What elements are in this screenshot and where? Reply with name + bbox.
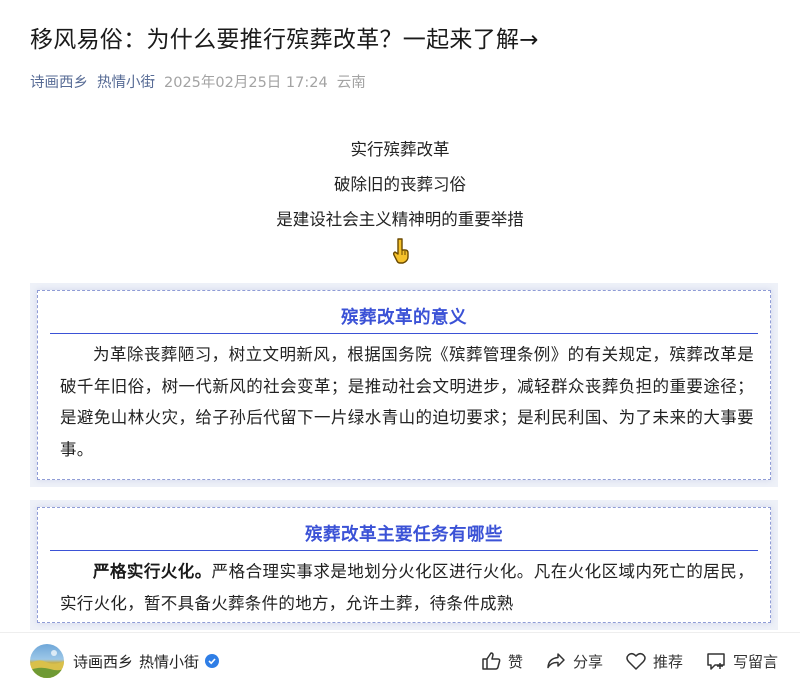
section-lead: 严格实行火化。 — [93, 562, 212, 581]
section-box: 殡葬改革的意义 为革除丧葬陋习，树立文明新风，根据国务院《殡葬管理条例》的有关规… — [37, 290, 771, 480]
intro-line: 实行殡葬改革 — [350, 140, 450, 159]
section-main-tasks: 殡葬改革主要任务有哪些 严格实行火化。严格合理实事求是地划分火化区进行火化。凡在… — [30, 500, 778, 630]
recommend-label: 推荐 — [652, 652, 683, 671]
verified-icon — [205, 654, 220, 668]
section-heading: 殡葬改革的意义 — [50, 291, 758, 334]
article-meta: 诗画西乡 热情小街 2025年02月25日 17:24 云南 — [30, 70, 366, 92]
bottom-bar: 诗画西乡 热情小街 赞 分享 推荐 写留言 — [0, 632, 800, 689]
intro-line: 破除旧的丧葬习俗 — [334, 175, 466, 194]
publish-location: 云南 — [336, 74, 366, 91]
section-body: 为革除丧葬陋习，树立文明新风，根据国务院《殡葬管理条例》的有关规定，殡葬改革是破… — [60, 345, 754, 459]
comment-button[interactable]: 写留言 — [705, 650, 778, 672]
thumbs-up-icon — [482, 652, 501, 670]
action-group: 赞 分享 推荐 写留言 — [480, 650, 778, 672]
pointing-down-hand-icon — [392, 238, 409, 264]
publish-date: 2025年02月25日 17:24 — [164, 74, 328, 91]
like-button[interactable]: 赞 — [480, 650, 523, 672]
section-box: 殡葬改革主要任务有哪些 严格实行火化。严格合理实事求是地划分火化区进行火化。凡在… — [37, 507, 771, 623]
comment-label: 写留言 — [732, 652, 778, 671]
section-significance: 殡葬改革的意义 为革除丧葬陋习，树立文明新风，根据国务院《殡葬管理条例》的有关规… — [30, 283, 778, 487]
avatar[interactable] — [30, 644, 64, 678]
bottom-author[interactable]: 诗画西乡 热情小街 — [73, 651, 220, 672]
intro-block: 实行殡葬改革 破除旧的丧葬习俗 是建设社会主义精神明的重要举措 — [0, 132, 800, 237]
recommend-button[interactable]: 推荐 — [625, 650, 683, 672]
comment-plus-icon — [707, 653, 725, 670]
bottom-account-name[interactable]: 诗画西乡 — [73, 651, 133, 672]
article-title: 移风易俗：为什么要推行殡葬改革？一起来了解→ — [30, 27, 539, 53]
share-arrow-icon — [547, 653, 565, 669]
like-label: 赞 — [507, 652, 523, 671]
section-body: 严格实行火化。严格合理实事求是地划分火化区进行火化。凡在火化区域内死亡的居民，实… — [38, 551, 770, 619]
bottom-author-name[interactable]: 热情小街 — [139, 651, 199, 672]
share-button[interactable]: 分享 — [545, 650, 603, 672]
intro-line: 是建设社会主义精神明的重要举措 — [276, 210, 524, 229]
section-heading: 殡葬改革主要任务有哪些 — [50, 508, 758, 551]
avatar-landscape-image — [30, 650, 64, 678]
share-label: 分享 — [572, 652, 603, 671]
heart-icon — [626, 652, 646, 670]
account-name-link[interactable]: 诗画西乡 — [30, 71, 88, 92]
author-name-link[interactable]: 热情小街 — [97, 71, 155, 92]
